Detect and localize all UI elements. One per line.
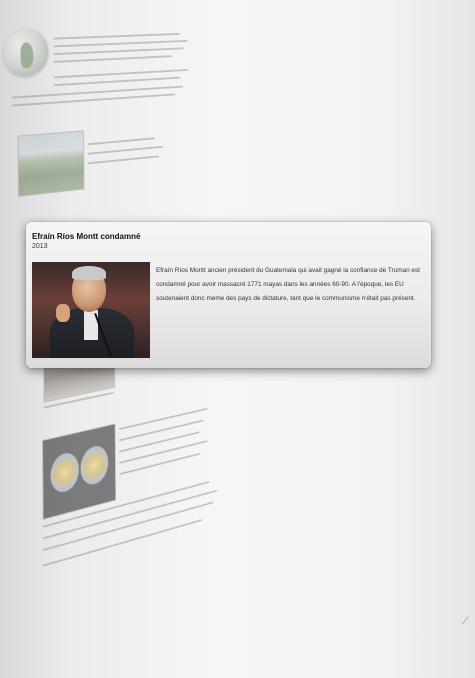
text-line [53, 32, 180, 40]
text-line [87, 145, 163, 155]
text-line [53, 55, 172, 63]
page-curl-icon[interactable]: ⟋ [462, 616, 469, 627]
binoculars-lens [80, 443, 109, 488]
binoculars-thumbnail [42, 423, 117, 520]
photo-hand [56, 304, 70, 322]
text-line [119, 452, 200, 476]
text-line [53, 47, 184, 56]
text-line [118, 407, 208, 431]
text-line [118, 419, 204, 442]
popup-title: Efraín Ríos Montt condamné [32, 232, 141, 241]
text-line [119, 431, 200, 453]
globe-icon [3, 28, 49, 78]
popup-year: 2013 [32, 243, 48, 250]
binoculars-lens [50, 449, 80, 496]
text-line [53, 39, 188, 48]
popup-description: Efraín Ríos Montt ancien président du Gu… [156, 267, 420, 302]
text-line [11, 85, 184, 99]
landscape-thumbnail [17, 130, 85, 197]
text-line [53, 76, 180, 87]
event-popup-card[interactable]: Efraín Ríos Montt condamné 2013 Efraín R… [26, 222, 431, 368]
photo-hair [72, 266, 106, 280]
text-line [87, 137, 155, 146]
text-line [87, 155, 159, 165]
text-line [119, 440, 208, 464]
event-photo [32, 262, 150, 358]
